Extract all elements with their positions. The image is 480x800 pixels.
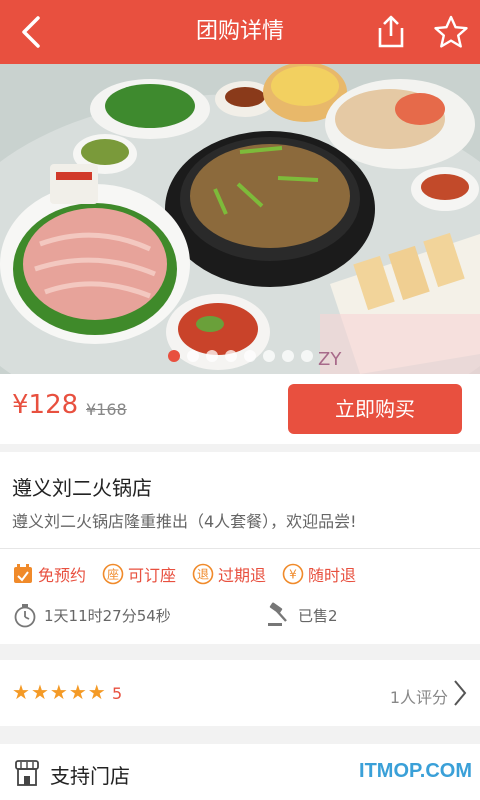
carousel-dot[interactable]	[225, 350, 237, 362]
sold-text: 已售2	[298, 606, 338, 625]
rating-score: 5	[112, 684, 123, 703]
chevron-right-icon[interactable]	[452, 678, 468, 708]
carousel-dots	[168, 350, 313, 364]
refund-icon: 退	[192, 563, 214, 585]
carousel-dot[interactable]	[206, 350, 218, 362]
carousel-dot[interactable]	[263, 350, 275, 362]
star-filled-icon: ★	[12, 680, 30, 704]
sold-count: 已售2	[266, 602, 338, 628]
rating-stars: ★ ★ ★ ★ ★	[12, 682, 106, 702]
tag-label: 免预约	[38, 566, 87, 585]
tag-anytime-refund: ¥ 随时退	[282, 562, 356, 586]
deal-price: ¥128	[12, 390, 79, 420]
rating-row[interactable]: ★ ★ ★ ★ ★ 5 1人评分	[0, 660, 480, 726]
tag-label: 过期退	[218, 566, 267, 585]
tag-no-reservation: 免预约	[12, 562, 86, 586]
divider	[0, 548, 480, 549]
star-icon[interactable]	[432, 14, 470, 50]
carousel-dot[interactable]	[244, 350, 256, 362]
carousel-dot[interactable]	[301, 350, 313, 362]
star-filled-icon: ★	[87, 680, 106, 704]
star-filled-icon: ★	[30, 680, 49, 704]
hotpot-photo	[0, 64, 480, 374]
hero-image[interactable]: ZY	[0, 64, 480, 374]
countdown: 1天11时27分54秒	[12, 602, 171, 628]
buy-now-button[interactable]: 立即购买	[288, 384, 462, 434]
rating-count: 1人评分	[389, 688, 448, 707]
shop-name: 遵义刘二火锅店	[12, 476, 152, 500]
refund-badge: 退	[197, 568, 209, 582]
carousel-dot[interactable]	[168, 350, 180, 362]
top-bar: 团购详情	[0, 0, 480, 64]
service-tags: 免预约 座 可订座 退 过期退 ¥ 随时退	[12, 562, 356, 586]
carousel-dot[interactable]	[187, 350, 199, 362]
yen-badge: ¥	[289, 568, 297, 582]
site-watermark: ITMOP.COM	[359, 760, 472, 782]
deal-description: 遵义刘二火锅店隆重推出（4人套餐），欢迎品尝!	[12, 512, 357, 531]
photo-watermark: ZY	[318, 349, 342, 370]
stores-row[interactable]: 支持门店 ITMOP.COM	[0, 744, 480, 800]
store-icon	[15, 760, 39, 786]
stores-label: 支持门店	[50, 764, 130, 788]
price-bar: ¥128 ¥168 立即购买	[0, 374, 480, 444]
deal-info-card: 遵义刘二火锅店 遵义刘二火锅店隆重推出（4人套餐），欢迎品尝! 免预约 座 可订…	[0, 452, 480, 644]
calendar-icon	[14, 564, 32, 583]
yen-icon: ¥	[282, 563, 304, 585]
countdown-text: 1天11时27分54秒	[44, 606, 171, 625]
original-price: ¥168	[86, 400, 127, 419]
seat-icon: 座	[102, 563, 124, 585]
tag-seat-booking: 座 可订座	[102, 562, 176, 586]
tag-label: 可订座	[128, 566, 177, 585]
star-filled-icon: ★	[49, 680, 68, 704]
tag-label: 随时退	[308, 566, 357, 585]
star-filled-icon: ★	[68, 680, 87, 704]
tag-expiry-refund: 退 过期退	[192, 562, 266, 586]
auction-hammer-icon	[268, 602, 287, 626]
carousel-dot[interactable]	[282, 350, 294, 362]
share-icon[interactable]	[372, 14, 410, 50]
seat-badge: 座	[107, 567, 119, 582]
stopwatch-icon	[14, 604, 36, 628]
